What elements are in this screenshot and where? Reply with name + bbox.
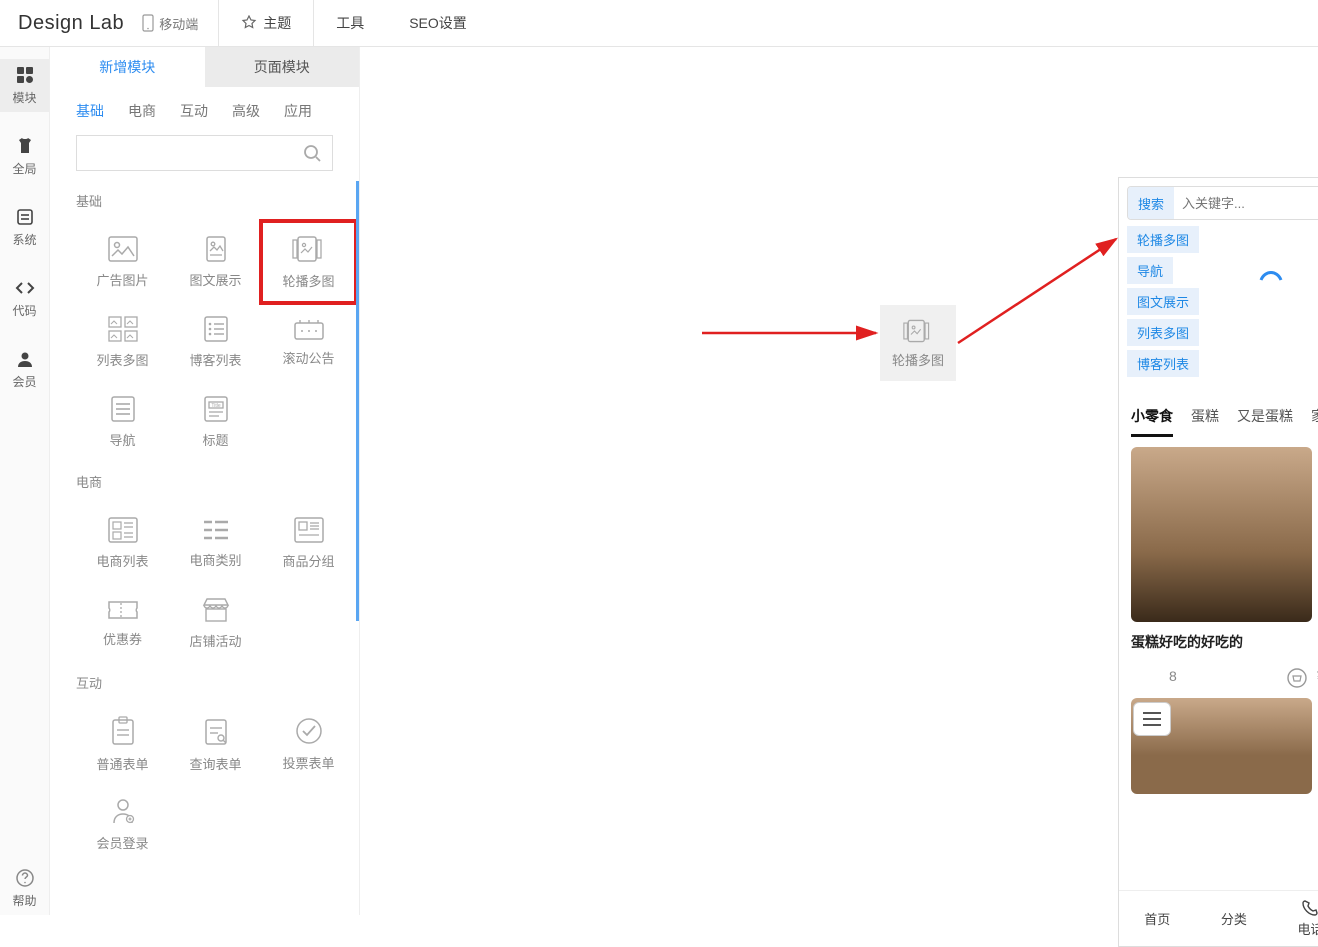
mobile-icon	[142, 14, 154, 32]
hamburger-button[interactable]	[1133, 702, 1171, 736]
cat-basic[interactable]: 基础	[76, 101, 104, 121]
tab-seo[interactable]: SEO设置	[387, 0, 490, 46]
logo: Design Lab	[0, 12, 142, 35]
annotation-arrow-1	[700, 271, 890, 341]
rail-member[interactable]: 会员	[0, 343, 49, 396]
search-input[interactable]	[76, 135, 333, 171]
preview-nav-icons	[1219, 257, 1318, 291]
mod-shop-activity[interactable]: 店铺活动	[169, 583, 262, 663]
canvas[interactable]: 轮播多图 搜索 轮播多图 导航 图文展示 列表多图 博客列表	[360, 47, 1318, 915]
annotation-arrow-2	[956, 217, 1124, 347]
cat-interact[interactable]: 互动	[180, 101, 208, 121]
mod-image-text[interactable]: 图文展示	[169, 222, 262, 302]
cat-advanced[interactable]: 高级	[232, 101, 260, 121]
preview-category-tabs: 小零食 蛋糕 又是蛋糕 家居生活 摆件	[1119, 398, 1318, 437]
mod-list-images[interactable]: 列表多图	[76, 302, 169, 382]
panel-tabs: 新增模块 页面模块	[50, 47, 359, 87]
category-tabs: 基础 电商 互动 高级 应用	[50, 87, 359, 131]
product-image	[1131, 447, 1312, 622]
nav-icon-1[interactable]	[1259, 266, 1283, 282]
pv-tab-cake2[interactable]: 又是蛋糕	[1237, 406, 1293, 437]
bnav-phone[interactable]: 电话	[1297, 899, 1318, 938]
mod-scroll-notice[interactable]: 滚动公告	[262, 302, 355, 382]
preview-tag-carousel[interactable]: 轮播多图	[1127, 226, 1199, 253]
pin-icon	[241, 15, 257, 31]
preview-search-btn[interactable]: 搜索	[1128, 187, 1174, 219]
mod-title[interactable]: Title标题	[169, 382, 262, 462]
user-icon	[15, 349, 35, 369]
shirt-icon	[15, 136, 35, 156]
main: 模块 全局 系统 代码 会员 帮助 新增模块 页面模块 基础	[0, 47, 1318, 915]
mod-nav[interactable]: 导航	[76, 382, 169, 462]
section-interact: 互动	[76, 673, 343, 692]
top-tabs: 主题 工具 SEO设置	[218, 0, 490, 46]
preview-price-row: 8 ¥28	[1119, 662, 1318, 688]
mod-ecom-category[interactable]: 电商类别	[169, 503, 262, 583]
price-num: 8	[1169, 668, 1177, 688]
preview-search: 搜索	[1127, 186, 1318, 220]
rail-system[interactable]: 系统	[0, 201, 49, 254]
drag-ghost: 轮播多图	[880, 305, 956, 381]
module-list-scroll[interactable]: 基础 广告图片 图文展示 轮播多图 列表多图 博客列表 滚动公告 导航 Titl…	[50, 181, 359, 915]
mod-carousel[interactable]: 轮播多图	[262, 222, 355, 302]
modules-icon	[15, 65, 35, 85]
rail-global[interactable]: 全局	[0, 130, 49, 183]
device-label: 移动端	[159, 14, 198, 33]
icon-rail: 模块 全局 系统 代码 会员 帮助	[0, 47, 50, 915]
mod-vote-form[interactable]: 投票表单	[262, 704, 355, 784]
preview-tag-listimg[interactable]: 列表多图	[1127, 319, 1199, 346]
help-icon	[15, 868, 35, 888]
rail-modules[interactable]: 模块	[0, 59, 49, 112]
preview-tag-imgtext[interactable]: 图文展示	[1127, 288, 1199, 315]
tab-add-module[interactable]: 新增模块	[50, 47, 205, 87]
pv-tab-snack[interactable]: 小零食	[1131, 406, 1173, 437]
pv-tab-cake[interactable]: 蛋糕	[1191, 406, 1219, 437]
mod-ecom-list[interactable]: 电商列表	[76, 503, 169, 583]
rail-help[interactable]: 帮助	[0, 862, 49, 915]
tab-theme[interactable]: 主题	[219, 0, 314, 46]
side-panel: 新增模块 页面模块 基础 电商 互动 高级 应用 基础 广告图片 图文展示 轮播…	[50, 47, 360, 915]
cat-ecom[interactable]: 电商	[128, 101, 156, 121]
preview-bottom-nav: 首页 分类 电话 购物车 会员	[1119, 890, 1318, 946]
mod-query-form[interactable]: 查询表单	[169, 704, 262, 784]
code-icon	[15, 278, 35, 298]
mod-product-group[interactable]: 商品分组	[262, 503, 355, 583]
mod-blog-list[interactable]: 博客列表	[169, 302, 262, 382]
module-search	[76, 135, 333, 171]
pv-tab-home[interactable]: 家居生活	[1311, 406, 1318, 437]
preview-module-tags: 轮播多图 导航 图文展示 列表多图 博客列表	[1119, 226, 1318, 379]
preview-tag-nav[interactable]: 导航	[1127, 257, 1173, 284]
search-icon[interactable]	[301, 142, 323, 164]
mobile-preview: 搜索 轮播多图 导航 图文展示 列表多图 博客列表	[1118, 177, 1318, 947]
section-basic: 基础	[76, 191, 343, 210]
tab-page-module[interactable]: 页面模块	[205, 47, 360, 87]
mod-member-login[interactable]: 会员登录	[76, 784, 169, 864]
cat-app[interactable]: 应用	[284, 101, 312, 121]
mod-normal-form[interactable]: 普通表单	[76, 704, 169, 784]
mod-coupon[interactable]: 优惠券	[76, 583, 169, 663]
svg-text:Title: Title	[211, 403, 220, 409]
preview-products: 蛋糕好吃的好吃的 好吃好吃好吃的蛋糕	[1119, 437, 1318, 662]
mod-ad-image[interactable]: 广告图片	[76, 222, 169, 302]
bnav-home[interactable]: 首页	[1144, 909, 1170, 928]
device-switch[interactable]: 移动端	[142, 14, 218, 33]
list-icon	[15, 207, 35, 227]
topbar: Design Lab 移动端 主题 工具 SEO设置	[0, 0, 1318, 47]
hamburger-icon	[1142, 711, 1162, 727]
product-card-1[interactable]: 蛋糕好吃的好吃的	[1131, 447, 1312, 652]
product-title: 蛋糕好吃的好吃的	[1131, 632, 1312, 652]
bnav-category[interactable]: 分类	[1221, 909, 1247, 928]
preview-tag-blog[interactable]: 博客列表	[1127, 350, 1199, 377]
preview-search-input[interactable]	[1174, 196, 1318, 211]
tab-tools[interactable]: 工具	[314, 0, 387, 46]
rail-code[interactable]: 代码	[0, 272, 49, 325]
section-ecom: 电商	[76, 472, 343, 491]
cart-icon-1[interactable]	[1287, 668, 1307, 688]
phone-icon	[1301, 899, 1318, 917]
